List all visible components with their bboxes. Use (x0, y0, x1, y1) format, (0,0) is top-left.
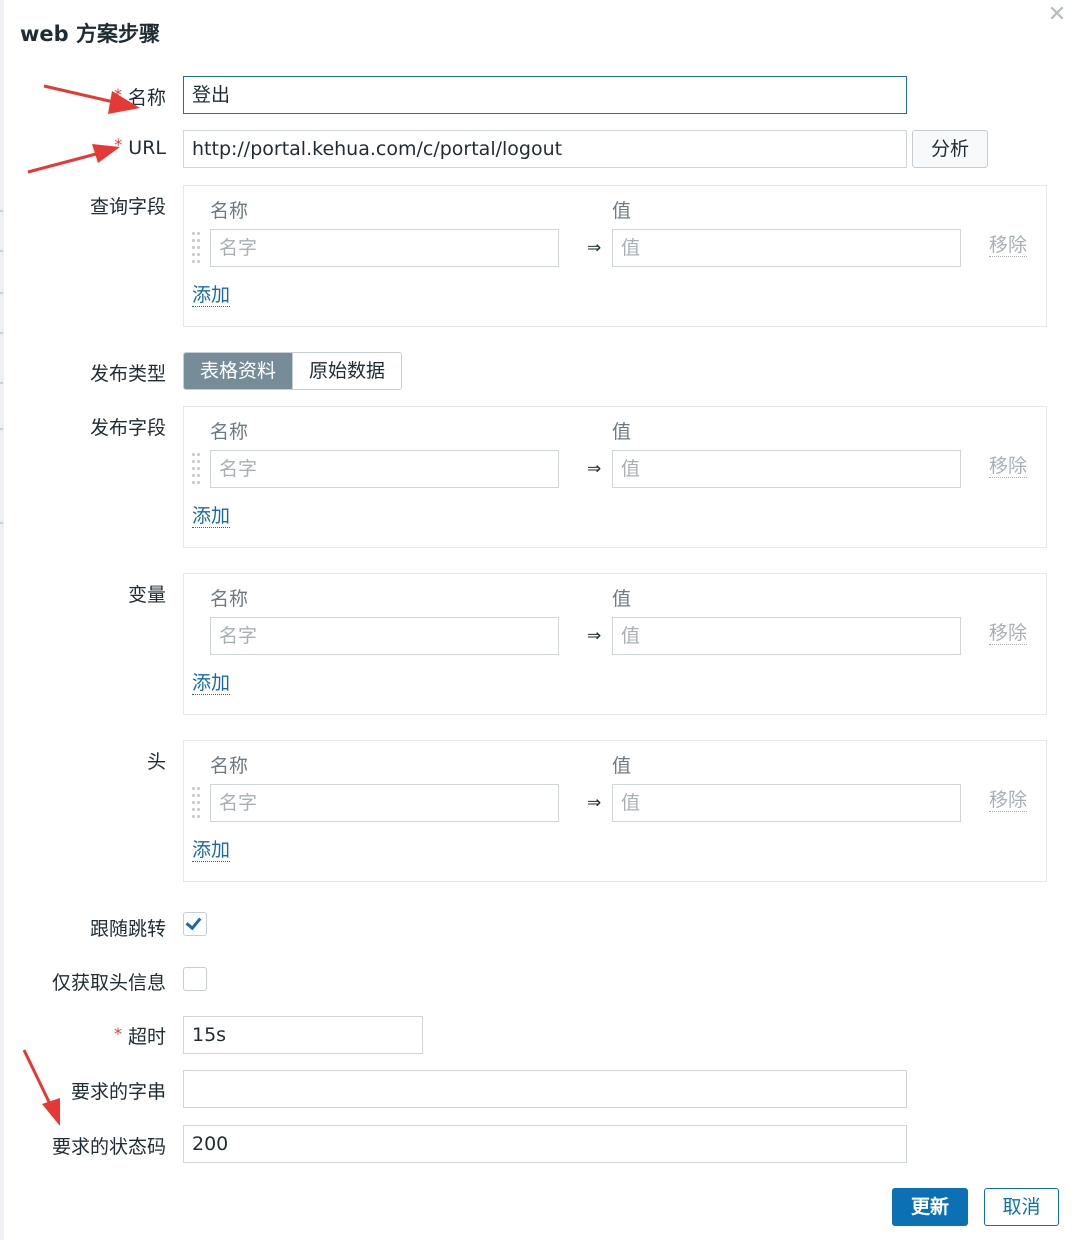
post-type-option-form-data[interactable]: 表格资料 (184, 353, 293, 389)
post-type-segmented-control: 表格资料 原始数据 (183, 352, 403, 390)
background-edge-mark (0, 210, 3, 212)
background-edge-mark (0, 382, 3, 384)
post-fields-label: 发布字段 (89, 417, 166, 439)
cancel-button[interactable]: 取消 (984, 1188, 1059, 1226)
arrow-icon: ⇒ (587, 626, 602, 646)
variables-label: 变量 (127, 584, 166, 606)
follow-redirects-checkbox[interactable] (183, 912, 207, 936)
column-header-value: 值 (612, 421, 632, 443)
drag-handle-icon[interactable] (192, 787, 202, 819)
header-value-input[interactable]: 值 (612, 784, 961, 822)
annotation-arrow-status-code (22, 1049, 60, 1126)
retrieve-headers-only-checkbox[interactable] (183, 967, 207, 991)
required-marker: * (114, 135, 123, 154)
post-field-value-input[interactable]: 值 (612, 450, 961, 488)
drag-handle-icon[interactable] (192, 232, 202, 264)
query-field-remove-link[interactable]: 移除 (989, 234, 1028, 257)
query-fields-label: 查询字段 (89, 196, 166, 218)
query-field-add-link[interactable]: 添加 (192, 284, 231, 307)
variable-value-input[interactable]: 值 (612, 617, 961, 655)
variable-add-link[interactable]: 添加 (192, 672, 231, 695)
post-type-option-raw-data[interactable]: 原始数据 (292, 353, 402, 389)
headers-label: 头 (146, 751, 166, 773)
annotation-arrow-url (27, 144, 120, 174)
post-type-label: 发布类型 (89, 363, 166, 385)
arrow-icon: ⇒ (587, 793, 602, 813)
required-status-codes-input[interactable]: 200 (183, 1125, 907, 1163)
post-field-name-input[interactable]: 名字 (210, 450, 559, 488)
post-field-add-link[interactable]: 添加 (192, 505, 231, 528)
column-header-name: 名称 (210, 200, 249, 222)
background-edge-mark (0, 292, 3, 294)
timeout-input[interactable]: 15s (183, 1016, 423, 1054)
name-label: * 名称 (113, 85, 166, 109)
post-fields-table: 名称 值 名字 ⇒ 值 移除 添加 (183, 406, 1047, 548)
url-label: * URL (114, 135, 166, 159)
required-string-label: 要求的字串 (70, 1081, 166, 1103)
required-marker: * (113, 1024, 122, 1043)
background-edge-mark (0, 332, 3, 334)
header-add-link[interactable]: 添加 (192, 839, 231, 862)
query-field-value-input[interactable]: 值 (612, 229, 961, 267)
dialog-title: web 方案步骤 (20, 22, 160, 46)
parse-button[interactable]: 分析 (912, 130, 988, 168)
query-field-name-input[interactable]: 名字 (210, 229, 559, 267)
column-header-value: 值 (612, 755, 632, 777)
variable-name-input[interactable]: 名字 (210, 617, 559, 655)
background-edge-mark (0, 522, 3, 524)
arrow-icon: ⇒ (587, 238, 602, 258)
header-remove-link[interactable]: 移除 (989, 789, 1028, 812)
column-header-name: 名称 (210, 421, 249, 443)
update-button[interactable]: 更新 (892, 1188, 968, 1226)
timeout-label: * 超时 (113, 1024, 166, 1048)
post-field-remove-link[interactable]: 移除 (989, 455, 1028, 478)
required-status-codes-label: 要求的状态码 (51, 1136, 166, 1158)
close-icon[interactable]: ✕ (1046, 4, 1068, 26)
query-fields-table: 名称 值 名字 ⇒ 值 移除 添加 (183, 185, 1047, 327)
checkmark-icon (185, 913, 202, 931)
column-header-name: 名称 (210, 755, 249, 777)
background-edge-mark (0, 428, 3, 430)
variables-table: 名称 值 名字 ⇒ 值 移除 添加 (183, 573, 1047, 715)
name-input[interactable]: 登出 (183, 76, 907, 114)
arrow-icon: ⇒ (587, 459, 602, 479)
follow-redirects-label: 跟随跳转 (89, 918, 166, 940)
column-header-name: 名称 (210, 588, 249, 610)
background-page-edge (0, 0, 4, 1240)
column-header-value: 值 (612, 200, 632, 222)
drag-handle-icon[interactable] (192, 453, 202, 485)
required-marker: * (113, 85, 122, 104)
required-string-input[interactable] (183, 1070, 907, 1108)
background-edge-mark (0, 250, 3, 252)
url-input[interactable]: http://portal.kehua.com/c/portal/logout (183, 130, 907, 168)
header-name-input[interactable]: 名字 (210, 784, 559, 822)
column-header-value: 值 (612, 588, 632, 610)
variable-remove-link[interactable]: 移除 (989, 622, 1028, 645)
headers-table: 名称 值 名字 ⇒ 值 移除 添加 (183, 740, 1047, 882)
retrieve-headers-only-label: 仅获取头信息 (51, 972, 166, 994)
